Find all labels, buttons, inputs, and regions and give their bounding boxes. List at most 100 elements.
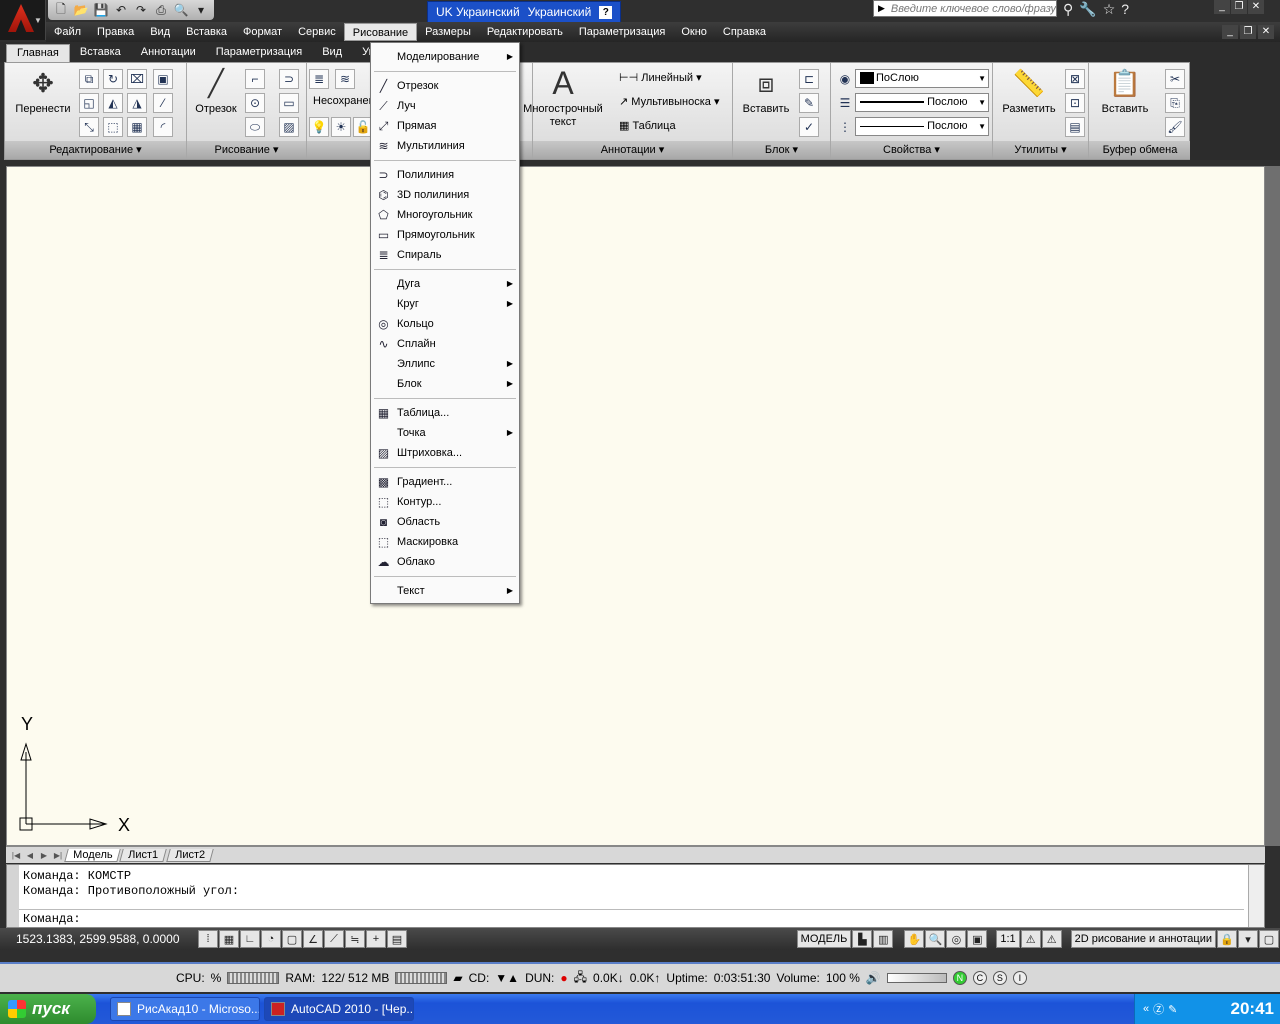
fillet-icon[interactable]: ◮ (127, 93, 147, 113)
command-input[interactable]: Команда: (19, 909, 1244, 927)
select-similar-icon[interactable]: ⊡ (1065, 93, 1085, 113)
polyline-icon[interactable]: ⌐ (245, 69, 265, 89)
draw-menu-item[interactable]: ∿ Сплайн (371, 334, 519, 354)
new-icon[interactable]: 🗋 (52, 2, 70, 18)
draw-menu-item[interactable]: ▭ Прямоугольник (371, 225, 519, 245)
attribute-icon[interactable]: ✓ (799, 117, 819, 137)
hatch-icon[interactable]: ▨ (279, 117, 299, 137)
draw-menu-item[interactable]: Текст ▶ (371, 581, 519, 601)
menu-view[interactable]: Вид (142, 23, 178, 41)
draw-menu-item[interactable]: ◙ Область (371, 512, 519, 532)
erase-icon[interactable]: ▣ (153, 69, 173, 89)
draw-menu-item[interactable]: Эллипс ▶ (371, 354, 519, 374)
copy-tool-icon[interactable]: ⧉ (79, 69, 99, 89)
linetype-select[interactable]: Послою ▼ (855, 93, 989, 112)
draw-menu-item[interactable]: ▩ Градиент... (371, 472, 519, 492)
application-menu-button[interactable]: ▼ (0, 0, 46, 40)
annotation-scale[interactable]: 1:1 (996, 930, 1020, 948)
draw-menu-item[interactable]: ▨ Штриховка... (371, 443, 519, 463)
mleader-button[interactable]: ↗ Мультивыноска ▾ (619, 95, 720, 108)
save-icon[interactable]: 💾 (92, 2, 110, 18)
menu-format[interactable]: Формат (235, 23, 290, 41)
doc-close-icon[interactable]: ✕ (1258, 25, 1274, 39)
draw-menu-item[interactable]: ⊃ Полилиния (371, 165, 519, 185)
properties-panel-title[interactable]: Свойства ▾ (831, 141, 992, 159)
draw-menu-item[interactable]: ⟋ Луч (371, 96, 519, 116)
menu-edit[interactable]: Правка (89, 23, 142, 41)
help-icon[interactable]: ? (599, 5, 613, 19)
close-icon[interactable]: ✕ (1248, 0, 1264, 14)
doc-restore-icon[interactable]: ❐ (1240, 25, 1256, 39)
offset-icon[interactable]: ▦ (127, 117, 147, 137)
layer-state-select[interactable]: Несохранен (309, 93, 375, 112)
edit-block-icon[interactable]: ✎ (799, 93, 819, 113)
dyn-icon[interactable]: ≒ (345, 930, 365, 948)
annotation-panel-title[interactable]: Аннотации ▾ (533, 141, 732, 159)
measure-button[interactable]: 📏 Разметить (997, 67, 1061, 116)
draw-menu-item[interactable]: ⤢ Прямая (371, 116, 519, 136)
minimize-icon[interactable]: _ (1214, 0, 1230, 14)
rotate-icon[interactable]: ↻ (103, 69, 123, 89)
search-input[interactable]: ▶ Введите ключевое слово/фразу (873, 0, 1057, 17)
undo-icon[interactable]: ↶ (112, 2, 130, 18)
subscription-icon[interactable]: 🔧 (1079, 1, 1096, 18)
tab-parametric[interactable]: Параметризация (206, 44, 312, 62)
draw-menu-item[interactable]: Моделирование ▶ (371, 47, 519, 67)
language-bar[interactable]: UK Украинский Украинский ? (427, 1, 622, 23)
draw-menu-item[interactable]: Дуга ▶ (371, 274, 519, 294)
vertical-scrollbar[interactable] (1265, 166, 1280, 846)
edit-panel-title[interactable]: Редактирование ▾ (5, 141, 186, 159)
explode-icon[interactable]: ⁄ (153, 93, 173, 113)
menu-insert[interactable]: Вставка (178, 23, 235, 41)
move-button[interactable]: ✥ Перенести (13, 67, 73, 116)
polar-icon[interactable]: ◔ (261, 930, 281, 948)
binoculars-icon[interactable]: ⚲ (1063, 1, 1073, 18)
showmotion-icon[interactable]: ▣ (967, 930, 988, 948)
array-icon[interactable]: ⬚ (103, 117, 123, 137)
draw-menu-item[interactable]: ☁ Облако (371, 552, 519, 572)
osnap-icon[interactable]: ▢ (282, 930, 302, 948)
workspace-switch[interactable]: 2D рисование и аннотации (1070, 930, 1216, 948)
layer-state-icon[interactable]: ≋ (335, 69, 355, 89)
coordinates-readout[interactable]: 1523.1383, 2599.9588, 0.0000 (0, 932, 198, 946)
favorites-icon[interactable]: ☆ (1103, 1, 1116, 18)
lineweight-select[interactable]: Послою ▼ (855, 117, 989, 136)
tab-insert[interactable]: Вставка (70, 44, 131, 62)
insert-block-button[interactable]: ⧈ Вставить (737, 67, 795, 116)
linear-dim-button[interactable]: ⊢⊣ Линейный ▾ (619, 71, 702, 84)
menu-tools[interactable]: Сервис (290, 23, 344, 41)
command-window-grip[interactable] (7, 865, 19, 927)
menu-parametric[interactable]: Параметризация (571, 23, 673, 41)
draw-menu-item[interactable]: Блок ▶ (371, 374, 519, 394)
draw-menu-item[interactable]: Точка ▶ (371, 423, 519, 443)
next-tab-icon[interactable]: ▶ (38, 851, 50, 860)
first-tab-icon[interactable]: |◀ (10, 851, 22, 860)
tab-layout2[interactable]: Лист2 (165, 848, 214, 862)
status-menu-icon[interactable]: ▾ (1238, 930, 1258, 948)
layout-icon[interactable]: ▙ (852, 930, 873, 948)
paste-button[interactable]: 📋 Вставить (1093, 67, 1157, 116)
block-panel-title[interactable]: Блок ▾ (733, 141, 830, 159)
menu-window[interactable]: Окно (673, 23, 715, 41)
draw-panel-title[interactable]: Рисование ▾ (187, 141, 306, 159)
create-block-icon[interactable]: ⊏ (799, 69, 819, 89)
tab-layout1[interactable]: Лист1 (119, 848, 168, 862)
draw-menu-item[interactable]: ⌬ 3D полилиния (371, 185, 519, 205)
drawing-area[interactable] (6, 166, 1265, 846)
tray-expand-icon[interactable]: « (1143, 1003, 1149, 1015)
ortho-icon[interactable]: ∟ (240, 930, 260, 948)
color-wheel-icon[interactable]: ◉ (835, 69, 855, 89)
draw-menu-item[interactable]: ▦ Таблица... (371, 403, 519, 423)
tab-model[interactable]: Модель (64, 848, 122, 862)
pan-icon[interactable]: ✋ (904, 930, 925, 948)
ducs-icon[interactable]: ⟋ (324, 930, 344, 948)
tray-app-icon[interactable]: Ⓩ (1153, 1001, 1164, 1017)
quick-select-icon[interactable]: ⊠ (1065, 69, 1085, 89)
layer-props-icon[interactable]: ≣ (309, 69, 329, 89)
toolbar-lock-icon[interactable]: 🔒 (1217, 930, 1237, 948)
plot-icon[interactable]: ⎙ (152, 2, 170, 18)
open-icon[interactable]: 📂 (72, 2, 90, 18)
command-scrollbar[interactable] (1248, 865, 1264, 927)
prev-tab-icon[interactable]: ◀ (24, 851, 36, 860)
table-button[interactable]: ▦ Таблица (619, 119, 676, 132)
